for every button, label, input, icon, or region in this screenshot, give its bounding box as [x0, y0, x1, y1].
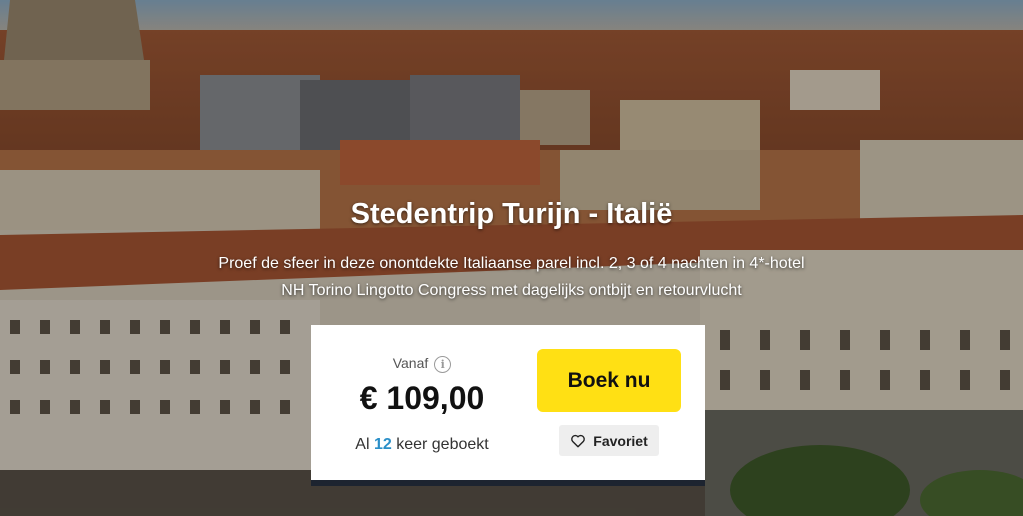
subtitle-line-1: Proef de sfeer in deze onontdekte Italia… — [218, 255, 805, 272]
favorite-button[interactable]: Favoriet — [559, 425, 659, 456]
price-value: € 109,00 — [359, 380, 485, 416]
from-label-row: Vanaf i — [311, 355, 533, 373]
booked-count-text: Al 12 keer geboekt — [311, 436, 533, 454]
from-label: Vanaf — [392, 355, 429, 371]
book-now-button[interactable]: Boek nu — [537, 349, 681, 412]
page-subtitle: Proef de sfeer in deze onontdekte Italia… — [150, 250, 873, 304]
subtitle-line-2: NH Torino Lingotto Congress met dagelijk… — [281, 282, 742, 299]
heart-outline-icon — [571, 434, 586, 447]
page-title: Stedentrip Turijn - Italië — [350, 198, 673, 230]
price-block: Vanaf i € 109,00 Al 12 keer geboekt — [311, 325, 533, 480]
booked-prefix: Al — [355, 436, 370, 453]
favorite-label: Favoriet — [593, 432, 648, 449]
hero-banner: Stedentrip Turijn - Italië Proef de sfee… — [0, 0, 1023, 516]
booked-count: 12 — [373, 436, 392, 453]
info-icon[interactable]: i — [434, 355, 452, 373]
offer-card: Vanaf i € 109,00 Al 12 keer geboekt Boek … — [311, 325, 705, 486]
booked-suffix: keer geboekt — [396, 436, 489, 453]
